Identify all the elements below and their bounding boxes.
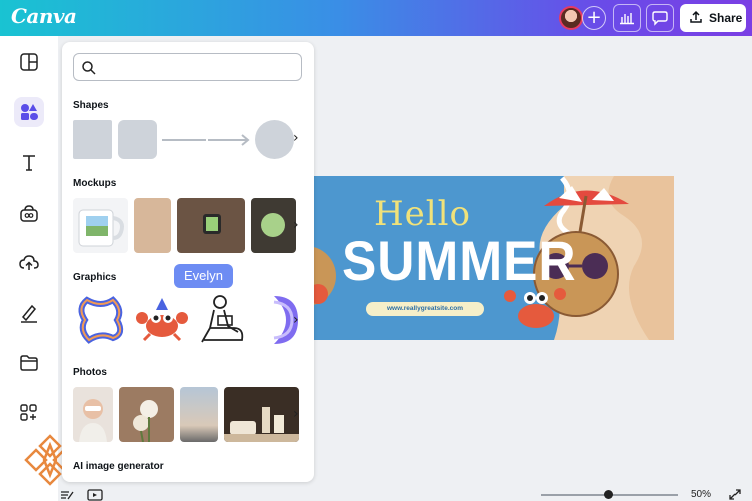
shape-line[interactable] xyxy=(162,130,206,150)
comment-icon xyxy=(652,11,668,26)
mockup-shirt[interactable] xyxy=(134,198,171,253)
website-pill: www.reallygreatsite.com xyxy=(366,302,484,316)
search-input[interactable] xyxy=(73,53,302,81)
text-icon[interactable] xyxy=(18,152,40,174)
design-icon[interactable] xyxy=(18,51,40,73)
section-title-graphics: Graphics xyxy=(73,272,117,283)
candles-photo-image xyxy=(224,407,299,442)
folder-icon[interactable] xyxy=(18,352,40,374)
mockup-watch[interactable] xyxy=(177,198,245,253)
insights-button[interactable] xyxy=(613,4,641,32)
zoom-level[interactable]: 50% xyxy=(691,489,711,500)
graphics-next-icon[interactable]: › xyxy=(293,312,299,328)
avatar[interactable] xyxy=(559,6,583,30)
apps-icon[interactable] xyxy=(18,402,40,424)
section-title-ai-image-generator: AI image generator xyxy=(73,461,164,472)
brand-icon[interactable] xyxy=(18,202,40,224)
mug-image xyxy=(78,209,124,247)
zoom-slider-knob[interactable] xyxy=(604,490,613,499)
shape-circle[interactable] xyxy=(255,120,294,159)
shape-arrow[interactable] xyxy=(208,130,252,150)
graphic-blob[interactable] xyxy=(73,292,129,348)
design-canvas[interactable]: Hello SUMMER www.reallygreatsite.com xyxy=(314,176,674,340)
shape-rounded-square[interactable] xyxy=(118,120,157,159)
top-bar: Canva + Share xyxy=(0,0,752,36)
photo-city[interactable] xyxy=(180,387,218,442)
mockups-next-icon[interactable]: › xyxy=(293,217,299,233)
graphic-person-laptop[interactable] xyxy=(194,292,250,348)
section-title-mockups: Mockups xyxy=(73,178,117,189)
bar-chart-icon xyxy=(620,13,634,25)
canva-logo[interactable]: Canva xyxy=(11,4,77,28)
add-collaborator-button[interactable]: + xyxy=(582,6,606,30)
draw-icon[interactable] xyxy=(18,302,40,324)
elements-icon xyxy=(21,104,38,120)
elements-panel: Shapes › Mockups › Graphics › Photos › A… xyxy=(62,42,314,482)
photo-flowers[interactable] xyxy=(119,387,174,442)
upload-icon xyxy=(690,10,702,23)
left-rail xyxy=(0,36,76,501)
photo-frame-image xyxy=(261,213,285,237)
section-title-photos: Photos xyxy=(73,367,107,378)
shape-square[interactable] xyxy=(73,120,112,159)
fullscreen-icon[interactable] xyxy=(728,488,742,501)
mockup-mug[interactable] xyxy=(73,198,128,253)
elements-tab[interactable] xyxy=(14,97,44,127)
comment-button[interactable] xyxy=(646,4,674,32)
mockup-photo[interactable] xyxy=(251,198,296,253)
shapes-next-icon[interactable]: › xyxy=(293,130,299,146)
search-icon xyxy=(82,61,96,75)
photos-next-icon[interactable]: › xyxy=(293,406,299,422)
notes-icon[interactable] xyxy=(60,489,74,501)
share-button[interactable]: Share xyxy=(680,4,746,32)
collaborator-cursor-label: Evelyn xyxy=(174,264,233,288)
graphic-crab[interactable] xyxy=(134,292,190,348)
watch-image xyxy=(203,214,221,234)
present-icon[interactable] xyxy=(87,489,103,501)
flowers-photo-image xyxy=(133,400,158,442)
headline-summer: SUMMER xyxy=(342,229,577,292)
upload-cloud-icon[interactable] xyxy=(18,252,40,274)
photo-woman[interactable] xyxy=(73,387,113,442)
section-title-shapes: Shapes xyxy=(73,100,109,111)
woman-photo-image xyxy=(79,399,107,442)
share-label: Share xyxy=(709,11,743,25)
photo-candles[interactable] xyxy=(224,387,299,442)
